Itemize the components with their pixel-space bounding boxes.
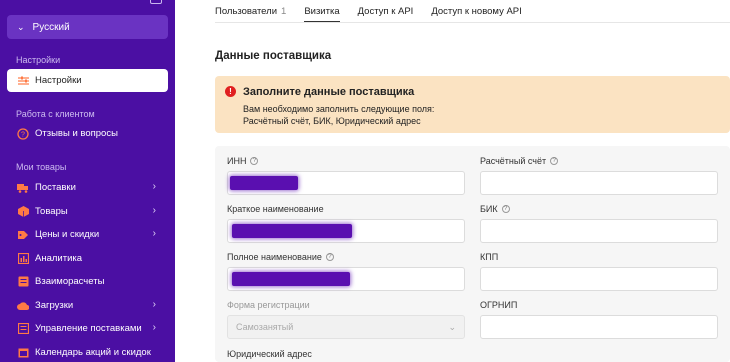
tab-label: Пользователи xyxy=(215,6,278,17)
page-title: Данные поставщика xyxy=(215,50,332,62)
chevron-right-icon: › xyxy=(152,228,156,239)
chart-icon xyxy=(17,253,29,265)
supplier-form: ИНН? Расчётный счёт? Краткое наименовани… xyxy=(215,146,730,362)
main-content: Пользователи 1 Визитка Доступ к API Досту… xyxy=(175,0,730,362)
redacted-value xyxy=(232,272,350,286)
tab-new-api-access[interactable]: Доступ к новому API xyxy=(431,0,521,22)
ogrnip-field[interactable] xyxy=(480,315,718,339)
sidebar-item-label: Цены и скидки xyxy=(35,229,100,240)
sidebar-item-supplies[interactable]: Поставки › xyxy=(7,176,168,199)
sidebar-item-settlements[interactable]: Взаиморасчеты xyxy=(7,270,168,293)
truck-icon xyxy=(17,182,29,194)
sidebar-item-reviews[interactable]: ? Отзывы и вопросы xyxy=(7,122,168,145)
section-title-goods: Мои товары xyxy=(16,162,67,172)
upload-icon xyxy=(17,300,29,312)
inn-field[interactable] xyxy=(227,171,465,195)
sidebar-item-label: Поставки xyxy=(35,182,76,193)
short-name-label: Краткое наименование xyxy=(227,204,324,214)
account-label: Расчётный счёт? xyxy=(480,156,559,166)
sidebar-item-label: Управление поставками xyxy=(35,323,142,334)
sidebar-item-label: Настройки xyxy=(35,75,82,86)
chevron-right-icon: › xyxy=(152,205,156,216)
alert-title: Заполните данные поставщика xyxy=(243,86,415,98)
reg-form-value: Самозанятый xyxy=(236,322,294,332)
bik-label: БИК? xyxy=(480,204,510,214)
reg-form-select[interactable]: Самозанятый ⌄ xyxy=(227,315,465,339)
kpp-field[interactable] xyxy=(480,267,718,291)
alert-required-fields: Расчётный счёт, БИК, Юридический адрес xyxy=(243,116,421,126)
section-title-settings: Настройки xyxy=(16,55,61,65)
sidebar-item-settings[interactable]: Настройки xyxy=(7,69,168,92)
bell-icon[interactable] xyxy=(150,0,162,4)
sidebar-item-label: Загрузки xyxy=(35,300,74,311)
short-name-field[interactable] xyxy=(227,219,465,243)
help-icon[interactable]: ? xyxy=(250,157,259,165)
help-icon[interactable]: ? xyxy=(325,253,334,261)
tab-users[interactable]: Пользователи 1 xyxy=(215,0,286,22)
inn-label: ИНН? xyxy=(227,156,259,166)
account-label-text: Расчётный счёт xyxy=(480,156,547,166)
tabs-divider xyxy=(215,22,730,23)
reg-form-label: Форма регистрации xyxy=(227,300,310,310)
sidebar-item-supply-management[interactable]: Управление поставками › xyxy=(7,317,168,340)
account-field[interactable] xyxy=(480,171,718,195)
kpp-label: КПП xyxy=(480,252,499,262)
bik-label-text: БИК xyxy=(480,204,498,214)
redacted-value xyxy=(230,176,298,190)
question-circle-icon: ? xyxy=(17,127,29,140)
sidebar-item-uploads[interactable]: Загрузки › xyxy=(7,294,168,317)
sidebar-item-calendar[interactable]: Календарь акций и скидок xyxy=(7,341,168,362)
redacted-value xyxy=(232,224,352,238)
inn-label-text: ИНН xyxy=(227,156,247,166)
tab-count: 1 xyxy=(281,6,287,17)
tab-bar: Пользователи 1 Визитка Доступ к API Досту… xyxy=(215,0,540,23)
box-icon xyxy=(17,206,29,218)
legal-address-label: Юридический адрес xyxy=(227,349,312,359)
sidebar-item-label: Аналитика xyxy=(35,253,83,264)
warning-alert: ! Заполните данные поставщика Вам необхо… xyxy=(215,76,730,133)
price-tag-icon xyxy=(17,229,29,241)
full-name-field[interactable] xyxy=(227,267,465,291)
tab-label: Доступ к новому API xyxy=(431,6,522,17)
alert-text: Вам необходимо заполнить следующие поля: xyxy=(243,104,435,114)
list-icon xyxy=(17,323,29,335)
sidebar: ⌄ Русский Настройки Настройки Работа с к… xyxy=(0,0,175,362)
sliders-icon xyxy=(17,75,29,87)
sidebar-item-label: Товары xyxy=(35,206,68,217)
help-icon[interactable]: ? xyxy=(550,157,559,165)
tab-business-card[interactable]: Визитка xyxy=(304,0,340,23)
language-select[interactable]: ⌄ Русский xyxy=(7,15,168,39)
language-label: Русский xyxy=(32,21,70,33)
sidebar-item-label: Отзывы и вопросы xyxy=(35,128,118,139)
tab-label: Доступ к API xyxy=(357,6,414,17)
calendar-icon xyxy=(17,347,29,359)
full-name-label: Полное наименование? xyxy=(227,252,334,262)
sidebar-item-analytics[interactable]: Аналитика xyxy=(7,247,168,270)
chevron-right-icon: › xyxy=(152,322,156,333)
warning-icon: ! xyxy=(225,86,236,97)
ogrnip-label: ОГРНИП xyxy=(480,300,518,310)
sidebar-item-goods[interactable]: Товары › xyxy=(7,200,168,223)
chevron-right-icon: › xyxy=(152,181,156,192)
section-title-clients: Работа с клиентом xyxy=(16,109,95,119)
svg-text:?: ? xyxy=(21,131,25,138)
chevron-down-icon: ⌄ xyxy=(448,322,456,332)
wallet-icon xyxy=(17,276,29,288)
sidebar-item-label: Календарь акций и скидок xyxy=(35,347,151,358)
sidebar-item-label: Взаиморасчеты xyxy=(35,276,105,287)
chevron-down-icon: ⌄ xyxy=(17,21,25,32)
tab-label: Визитка xyxy=(304,6,340,17)
bik-field[interactable] xyxy=(480,219,718,243)
help-icon[interactable]: ? xyxy=(501,205,510,213)
full-name-label-text: Полное наименование xyxy=(227,252,322,262)
chevron-right-icon: › xyxy=(152,299,156,310)
sidebar-item-prices[interactable]: Цены и скидки › xyxy=(7,223,168,246)
tab-api-access[interactable]: Доступ к API xyxy=(358,0,414,22)
